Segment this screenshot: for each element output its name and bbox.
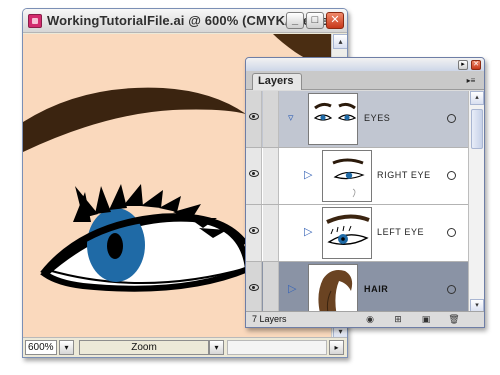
chevron-right-icon[interactable]: ▷	[288, 282, 296, 295]
layer-count: 7 Layers	[252, 314, 287, 324]
scroll-right-button[interactable]: ▸	[329, 340, 344, 355]
layer-row-right-eye[interactable]: ▷ RIGHT EYE	[246, 148, 468, 205]
layers-footer: 7 Layers ◉ ⊞ ▣ 🗑	[246, 311, 484, 327]
layer-row-eyes[interactable]: ▿ EYES	[246, 91, 468, 148]
scroll-up-button[interactable]: ▴	[333, 34, 347, 49]
chevron-right-icon[interactable]: ▷	[304, 225, 312, 238]
target-circle-icon[interactable]	[447, 171, 456, 180]
status-text: Zoom	[131, 342, 157, 353]
status-menu[interactable]: Zoom	[79, 340, 209, 355]
document-title-bar[interactable]: WorkingTutorialFile.ai @ 600% (CMYK/Prev…	[23, 9, 347, 33]
layers-panel: ▸ ✕ Layers ▸≡ ▿ EYES ▷ RIGHT EYE ▷ LEFT …	[245, 57, 485, 328]
zoom-dropdown-button[interactable]: ▾	[59, 340, 74, 355]
panel-tab-row: Layers ▸≡	[246, 71, 484, 90]
layer-name: EYES	[364, 113, 391, 123]
eye-visible-icon	[249, 284, 259, 291]
tab-layers[interactable]: Layers	[252, 73, 302, 90]
layer-row-left-eye[interactable]: ▷ LEFT EYE	[246, 205, 468, 262]
layer-thumbnail	[308, 93, 358, 145]
layer-name: HAIR	[364, 284, 389, 294]
close-button[interactable]: ✕	[326, 12, 344, 29]
panel-menu-icon[interactable]: ▸≡	[464, 75, 478, 86]
chevron-right-icon[interactable]: ▷	[304, 168, 312, 181]
layers-panel-title-bar[interactable]: ▸ ✕	[246, 58, 484, 71]
status-bar: 600% ▾ Zoom ▾ ▸	[23, 337, 347, 357]
make-clipping-mask-icon[interactable]: ◉	[364, 314, 376, 325]
eye-visible-icon	[249, 227, 259, 234]
collapse-panel-button[interactable]: ▸	[458, 60, 468, 70]
target-circle-icon[interactable]	[447, 114, 456, 123]
chevron-down-icon[interactable]: ▿	[288, 111, 294, 124]
visibility-toggle[interactable]	[246, 205, 262, 261]
layer-thumbnail	[322, 150, 372, 202]
scroll-thumb[interactable]	[471, 109, 483, 149]
create-new-layer-icon[interactable]: ▣	[420, 314, 432, 325]
target-circle-icon[interactable]	[447, 285, 456, 294]
maximize-button[interactable]: □	[306, 12, 324, 29]
lock-toggle[interactable]	[263, 262, 279, 313]
create-sublayer-icon[interactable]: ⊞	[392, 314, 404, 325]
zoom-level-field[interactable]: 600%	[25, 340, 57, 355]
layer-name: LEFT EYE	[377, 227, 425, 237]
lock-toggle[interactable]	[263, 148, 279, 204]
illustrator-app-icon	[28, 14, 42, 28]
layer-thumbnail	[322, 207, 372, 259]
status-dropdown-button[interactable]: ▾	[209, 340, 224, 355]
layers-scrollbar[interactable]: ▴ ▾	[468, 91, 484, 313]
eyebrow-shape	[23, 87, 246, 152]
minimize-button[interactable]: _	[286, 12, 304, 29]
close-panel-icon[interactable]: ✕	[471, 60, 481, 70]
horizontal-scrollbar[interactable]	[227, 340, 327, 355]
layer-thumbnail	[308, 264, 358, 313]
layers-list: ▿ EYES ▷ RIGHT EYE ▷ LEFT EYE ▷ HAIR	[246, 91, 468, 313]
delete-layer-icon[interactable]: 🗑	[448, 314, 460, 325]
eye-visible-icon	[249, 170, 259, 177]
eye-white-shape	[40, 215, 252, 292]
visibility-toggle[interactable]	[246, 262, 262, 313]
lock-toggle[interactable]	[263, 205, 279, 261]
lock-toggle[interactable]	[263, 91, 279, 147]
visibility-toggle[interactable]	[246, 91, 262, 147]
pupil-shape	[107, 233, 123, 259]
visibility-toggle[interactable]	[246, 148, 262, 204]
target-circle-icon[interactable]	[447, 228, 456, 237]
layer-row-hair[interactable]: ▷ HAIR	[246, 262, 468, 313]
eye-visible-icon	[249, 113, 259, 120]
scroll-up-button[interactable]: ▴	[470, 91, 484, 105]
layer-name: RIGHT EYE	[377, 170, 431, 180]
